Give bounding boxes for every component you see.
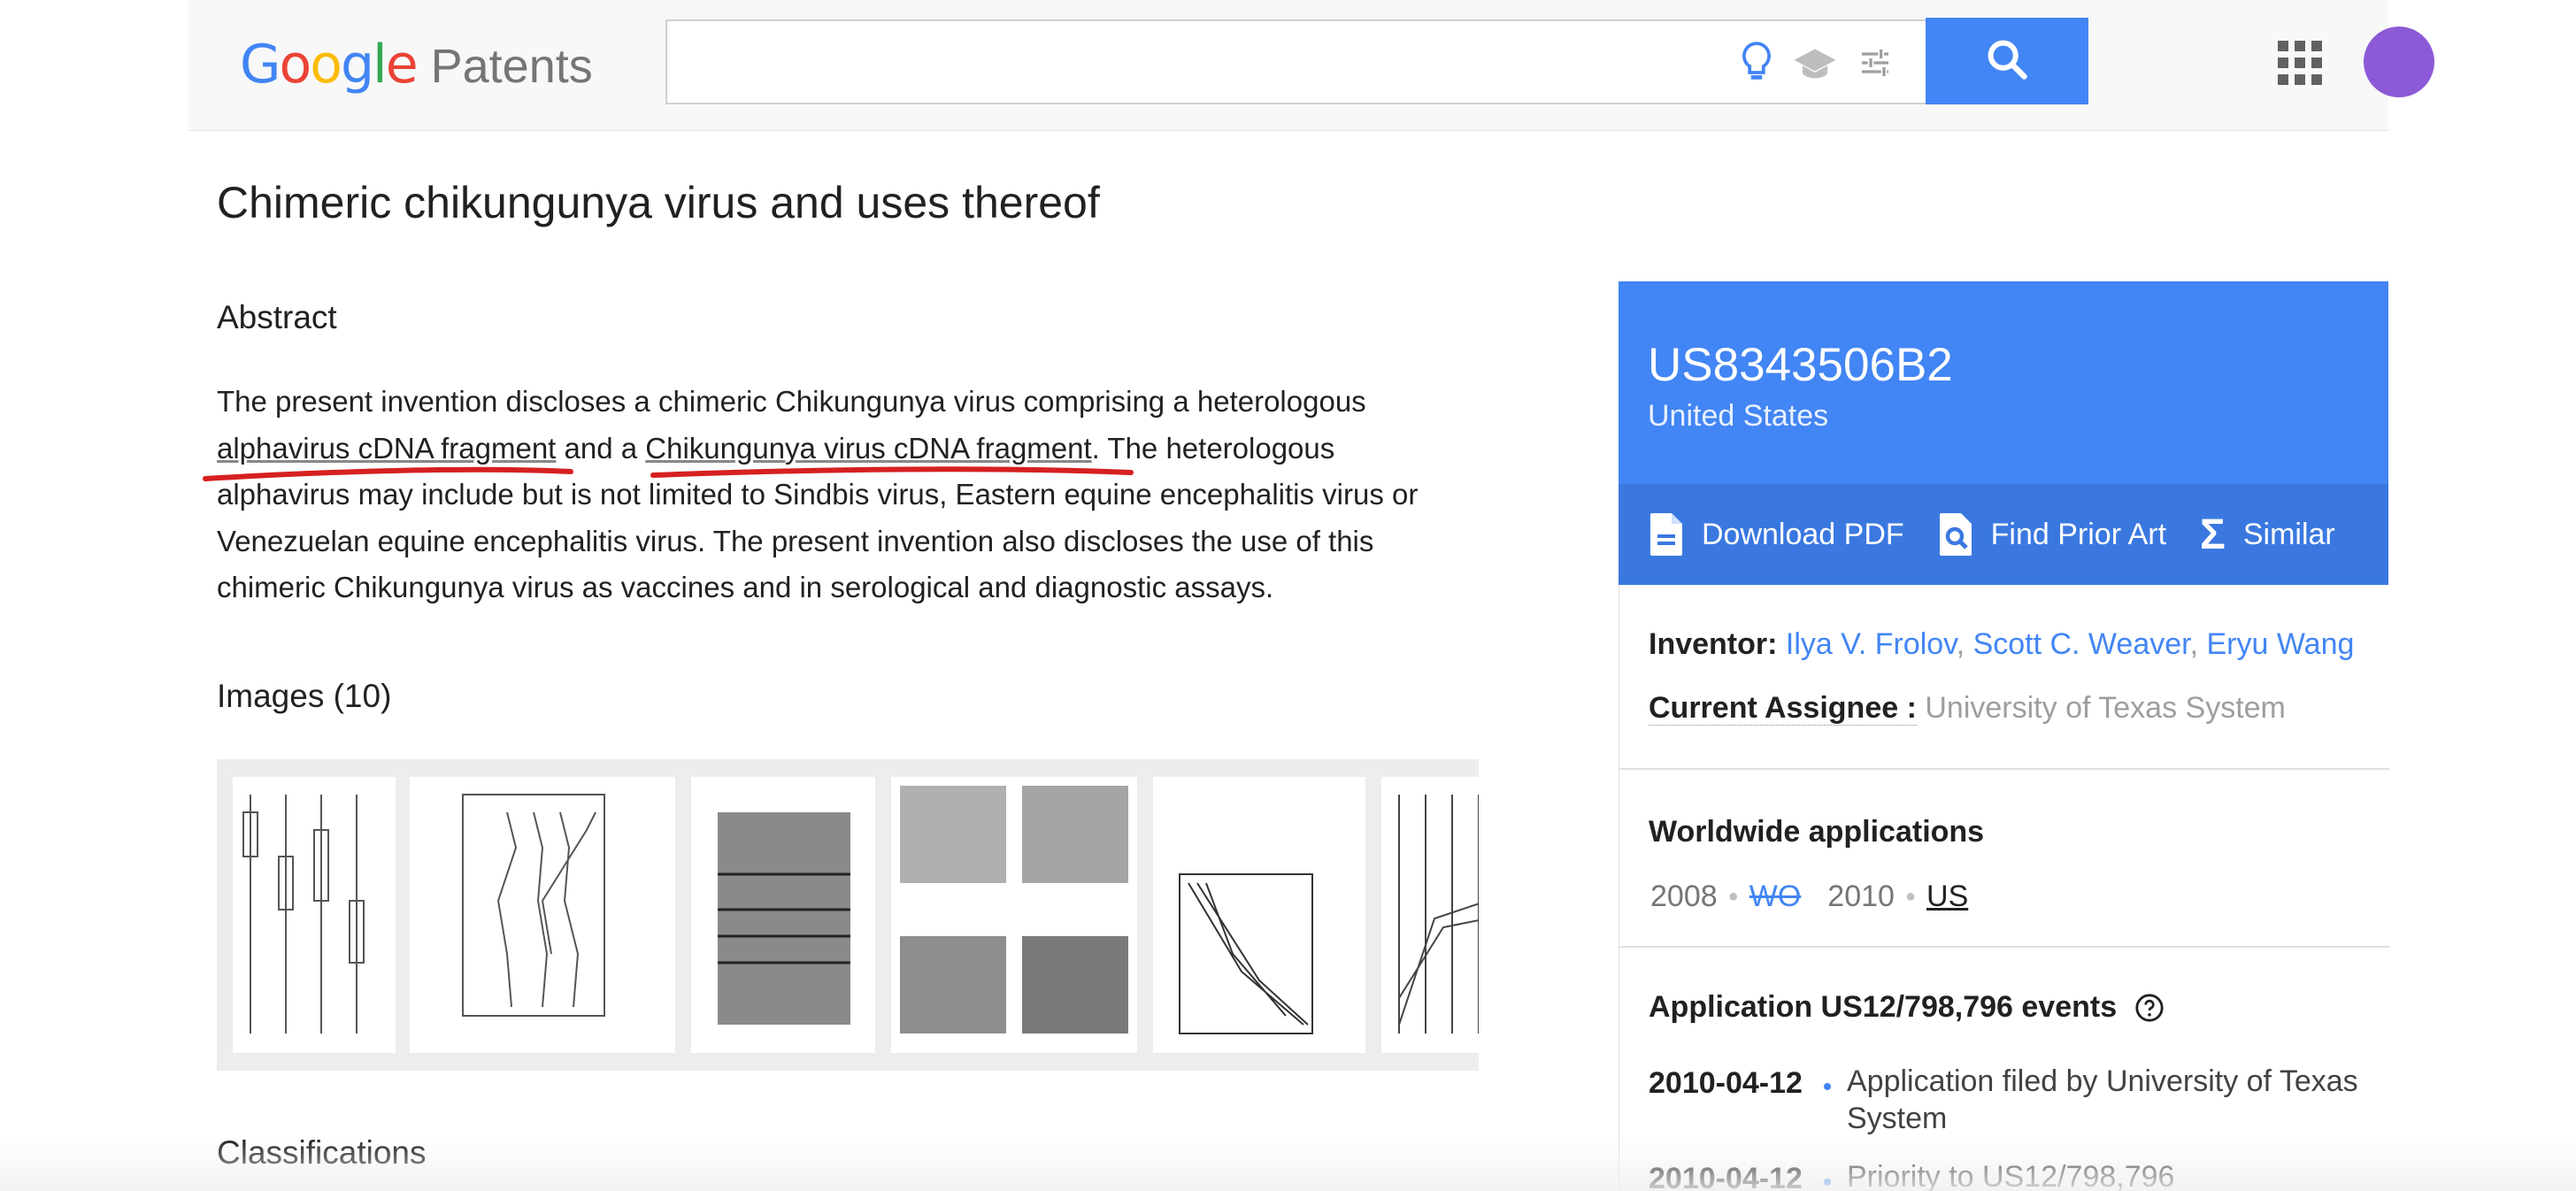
worldwide-heading: Worldwide applications: [1649, 815, 1985, 849]
worldwide-applications: 2008 ● WO 2010 ● US: [1650, 880, 1968, 914]
image-carousel[interactable]: [217, 759, 1479, 1071]
events-heading-row: Application US12/798,796 events: [1649, 990, 2165, 1025]
download-pdf-label: Download PDF: [1702, 517, 1904, 551]
images-heading: Images (10): [217, 678, 392, 714]
event-date: 2010-04-12: [1649, 1162, 1803, 1191]
classifications-heading: Classifications: [217, 1134, 427, 1171]
publication-header: US8343506B2 United States: [1619, 281, 2388, 484]
application-year: 2008: [1650, 880, 1718, 913]
inventor-link[interactable]: Eryu Wang: [2207, 627, 2355, 661]
patent-figure-thumbnail[interactable]: [691, 777, 875, 1053]
inventor-link[interactable]: Scott C. Weaver: [1973, 627, 2190, 661]
patent-figure-thumbnail[interactable]: [1153, 777, 1365, 1053]
patent-figure-thumbnail[interactable]: [891, 777, 1137, 1053]
event-bullet: [1824, 1083, 1831, 1090]
publication-actions: Download PDF Find Prior Art Σ Similar: [1619, 484, 2388, 585]
events-heading: Application US12/798,796 events: [1649, 990, 2118, 1024]
event-bullet: [1824, 1179, 1831, 1186]
sigma-icon: Σ: [2200, 511, 2226, 558]
publication-number: US8343506B2: [1648, 339, 1953, 391]
similar-button[interactable]: Σ Similar: [2200, 511, 2335, 559]
download-pdf-button[interactable]: Download PDF: [1649, 511, 1904, 557]
find-prior-art-button[interactable]: Find Prior Art: [1938, 511, 2166, 557]
divider: [1619, 946, 2389, 948]
application-country-link[interactable]: US: [1926, 880, 1968, 914]
publication-country: United States: [1648, 399, 1829, 433]
divider: [1619, 768, 2389, 770]
assignee-row: Current Assignee : University of Texas S…: [1649, 691, 2286, 726]
similar-label: Similar: [2242, 517, 2335, 551]
event-date: 2010-04-12: [1649, 1066, 1803, 1100]
inventor-label: Inventor:: [1649, 627, 1778, 661]
find-prior-art-label: Find Prior Art: [1990, 517, 2167, 551]
application-country-link[interactable]: WO: [1749, 880, 1802, 914]
document-search-icon: [1938, 511, 1973, 557]
inventor-row: Inventor: Ilya V. Frolov, Scott C. Weave…: [1649, 627, 2355, 661]
event-description: Priority to US12/798,796: [1847, 1160, 2175, 1191]
help-icon[interactable]: [2134, 993, 2165, 1023]
patent-figure-thumbnail[interactable]: [410, 777, 675, 1053]
inventor-link[interactable]: Ilya V. Frolov: [1786, 627, 1957, 661]
application-year: 2010: [1827, 880, 1895, 913]
event-description: Application filed by University of Texas…: [1847, 1064, 2358, 1135]
assignee-label: Current Assignee :: [1649, 691, 1917, 726]
patent-figure-thumbnail[interactable]: [233, 777, 396, 1053]
patent-figure-thumbnail[interactable]: [1381, 777, 1479, 1053]
assignee-value: University of Texas System: [1925, 691, 2286, 725]
separator-dot: ●: [1727, 887, 1739, 906]
separator-dot: ●: [1904, 887, 1917, 906]
document-icon: [1649, 511, 1684, 557]
publication-details: Inventor: Ilya V. Frolov, Scott C. Weave…: [1619, 585, 2389, 1191]
